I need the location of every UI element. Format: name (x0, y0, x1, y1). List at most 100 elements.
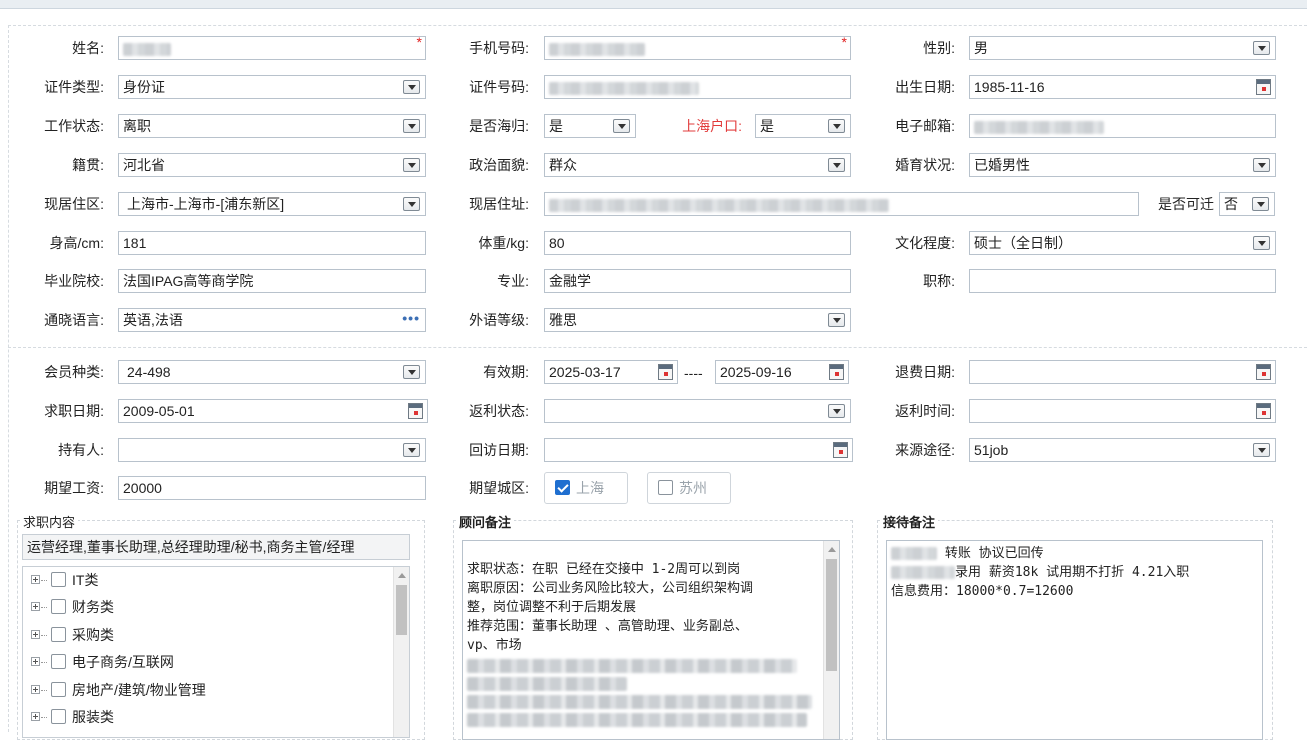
chevron-down-icon[interactable] (403, 119, 420, 133)
chevron-down-icon[interactable] (828, 119, 845, 133)
political-select[interactable]: 群众 (544, 153, 851, 177)
major-value: 金融学 (549, 273, 591, 289)
tree-item[interactable]: 财务类 (31, 596, 114, 618)
checkbox-icon[interactable] (51, 682, 66, 697)
window-top-bar (0, 0, 1307, 9)
relocate-select[interactable]: 否 (1219, 192, 1275, 216)
scrollbar[interactable] (393, 567, 409, 737)
tree-item[interactable]: IT类 (31, 569, 98, 591)
birth-date-field[interactable]: 1985-11-16 (969, 75, 1276, 99)
job-selected-field[interactable]: 运营经理,董事长助理,总经理助理/秘书,商务主管/经理 (22, 534, 410, 560)
chevron-down-icon[interactable] (1253, 158, 1270, 172)
idtype-label: 证件类型: (44, 79, 104, 95)
advisor-notes-textarea[interactable]: 求职状态：在职 已经在交接中 1-2周可以到岗 离职原因：公司业务风险比较大，公… (462, 540, 840, 740)
scroll-up-icon[interactable] (398, 573, 406, 578)
scroll-up-icon[interactable] (828, 547, 836, 552)
workstatus-select[interactable]: 离职 (118, 114, 426, 138)
gender-select[interactable]: 男 (969, 36, 1276, 60)
langlevel-select[interactable]: 雅思 (544, 308, 851, 332)
expand-icon[interactable] (31, 657, 40, 666)
checkbox-icon[interactable] (51, 572, 66, 587)
native-select[interactable]: 河北省 (118, 153, 426, 177)
chevron-down-icon[interactable] (1252, 197, 1269, 211)
title-field[interactable] (969, 269, 1276, 293)
chevron-down-icon[interactable] (403, 80, 420, 94)
expand-icon[interactable] (31, 575, 40, 584)
expand-icon[interactable] (31, 685, 40, 694)
tree-item[interactable]: 服装类 (31, 706, 114, 728)
expand-icon[interactable] (31, 602, 40, 611)
native-label: 籍贯: (72, 157, 104, 173)
calendar-icon[interactable] (1256, 79, 1271, 95)
chevron-down-icon[interactable] (403, 158, 420, 172)
holder-select[interactable] (118, 438, 426, 462)
idno-field[interactable] (544, 75, 851, 99)
district-select[interactable]: 上海市-上海市-[浦东新区] (118, 192, 426, 216)
hukou-select[interactable]: 是 (755, 114, 851, 138)
checkbox-icon[interactable] (658, 480, 673, 495)
redacted-text (467, 677, 627, 691)
salary-field[interactable]: 20000 (118, 476, 426, 500)
checkbox-icon[interactable] (51, 599, 66, 614)
phone-field[interactable]: * (544, 36, 851, 60)
redacted-text (467, 713, 807, 727)
job-tree[interactable]: IT类 财务类 采购类 电子商务/互联网 房地产/建筑/物业管理 服装类 (22, 566, 410, 738)
checkbox-icon[interactable] (51, 709, 66, 724)
languages-field[interactable]: 英语,法语 ••• (118, 308, 426, 332)
email-field[interactable] (969, 114, 1276, 138)
native-value: 河北省 (123, 157, 165, 173)
marital-select[interactable]: 已婚男性 (969, 153, 1276, 177)
height-field[interactable]: 181 (118, 231, 426, 255)
chevron-down-icon[interactable] (1253, 236, 1270, 250)
weight-field[interactable]: 80 (544, 231, 851, 255)
chevron-down-icon[interactable] (403, 443, 420, 457)
reception-note-line: 转账 协议已回传 (944, 546, 1044, 561)
returnee-select[interactable]: 是 (544, 114, 636, 138)
chevron-down-icon[interactable] (828, 313, 845, 327)
rebate-time-field[interactable] (969, 399, 1276, 423)
reception-notes-textarea[interactable]: 转账 协议已回传 录用 薪资18k 试用期不打折 4.21入职 信息费用：180… (886, 540, 1263, 740)
more-icon[interactable]: ••• (402, 309, 420, 329)
scroll-thumb[interactable] (396, 585, 407, 635)
city-option-shanghai[interactable]: 上海 (544, 472, 628, 504)
tree-item[interactable]: 电子商务/互联网 (31, 651, 174, 673)
address-field[interactable] (544, 192, 1139, 216)
major-field[interactable]: 金融学 (544, 269, 851, 293)
calendar-icon[interactable] (829, 364, 844, 380)
chevron-down-icon[interactable] (403, 365, 420, 379)
rebate-status-select[interactable] (544, 399, 851, 423)
school-field[interactable]: 法国IPAG高等商学院 (118, 269, 426, 293)
languages-label: 通晓语言: (44, 312, 104, 328)
education-select[interactable]: 硕士（全日制） (969, 231, 1276, 255)
chevron-down-icon[interactable] (1253, 41, 1270, 55)
tree-item[interactable]: 房地产/建筑/物业管理 (31, 679, 206, 701)
checkbox-icon[interactable] (51, 654, 66, 669)
expand-icon[interactable] (31, 630, 40, 639)
valid-from-field[interactable]: 2025-03-17 (544, 360, 678, 384)
chevron-down-icon[interactable] (1253, 443, 1270, 457)
calendar-icon[interactable] (1256, 364, 1271, 380)
member-type-select[interactable]: 24-498 (118, 360, 426, 384)
valid-to-field[interactable]: 2025-09-16 (715, 360, 849, 384)
scroll-thumb[interactable] (826, 559, 837, 671)
refund-date-field[interactable] (969, 360, 1276, 384)
jobdate-label: 求职日期: (44, 403, 104, 419)
visit-date-field[interactable] (544, 438, 853, 462)
checkbox-icon[interactable] (51, 627, 66, 642)
calendar-icon[interactable] (1256, 403, 1271, 419)
idtype-select[interactable]: 身份证 (118, 75, 426, 99)
name-field[interactable]: * (118, 36, 426, 60)
calendar-icon[interactable] (658, 364, 673, 380)
source-select[interactable]: 51job (969, 438, 1276, 462)
chevron-down-icon[interactable] (613, 119, 630, 133)
expand-icon[interactable] (31, 712, 40, 721)
city-option-suzhou[interactable]: 苏州 (647, 472, 731, 504)
tree-item[interactable]: 采购类 (31, 624, 114, 646)
chevron-down-icon[interactable] (403, 197, 420, 211)
scrollbar[interactable] (823, 541, 839, 739)
chevron-down-icon[interactable] (828, 158, 845, 172)
checkbox-checked-icon[interactable] (555, 480, 570, 495)
jobdate-field[interactable]: 2009-05-01 (118, 399, 428, 423)
chevron-down-icon[interactable] (828, 404, 845, 418)
reception-panel-title: 接待备注 (880, 512, 939, 531)
